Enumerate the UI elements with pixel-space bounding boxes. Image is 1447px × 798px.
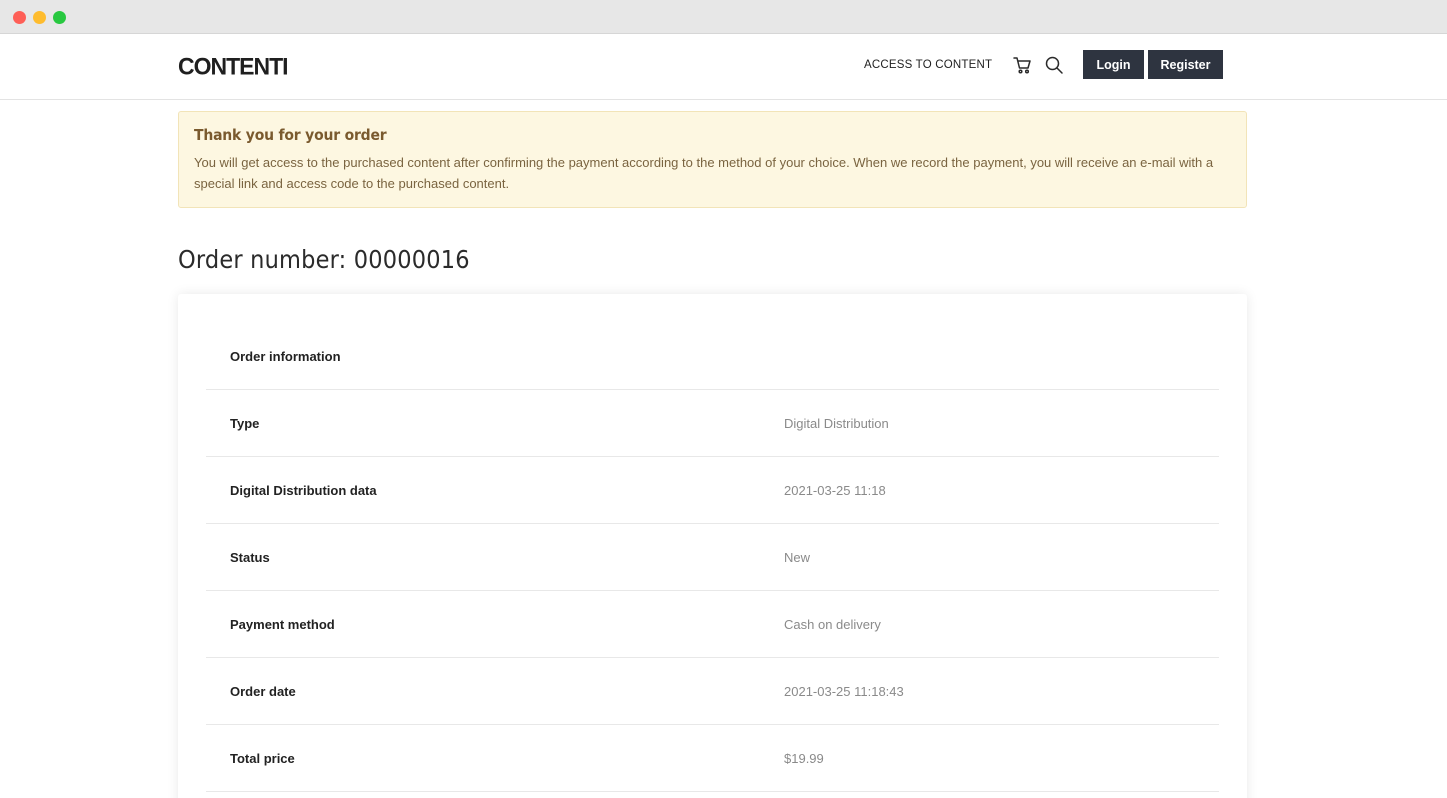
notice-title: Thank you for your order xyxy=(194,126,387,144)
row-label-total-price: Total price xyxy=(230,751,295,766)
notice-text: You will get access to the purchased con… xyxy=(194,155,1214,191)
order-information-header: Order information xyxy=(206,323,1219,390)
minimize-window-button[interactable] xyxy=(33,11,46,24)
order-number-heading: Order number: 00000016 xyxy=(178,245,470,274)
site-header: CONTENTI ACCESS TO CONTENT Login Registe… xyxy=(0,34,1447,100)
close-window-button[interactable] xyxy=(13,11,26,24)
row-value-order-date: 2021-03-25 11:18:43 xyxy=(784,684,904,699)
nav-access-to-content[interactable]: ACCESS TO CONTENT xyxy=(864,59,992,71)
section-title: Order information xyxy=(230,349,341,364)
site-logo[interactable]: CONTENTI xyxy=(178,52,289,80)
row-value-payment-method: Cash on delivery xyxy=(784,617,881,632)
table-row: Status New xyxy=(206,524,1219,591)
register-button[interactable]: Register xyxy=(1148,50,1223,79)
login-button[interactable]: Login xyxy=(1083,50,1144,79)
row-value-total-price: $19.99 xyxy=(784,751,824,766)
order-number-label: Order number: xyxy=(178,245,347,274)
row-label-status: Status xyxy=(230,550,270,565)
row-label-payment-method: Payment method xyxy=(230,617,335,632)
row-label-type: Type xyxy=(230,416,260,431)
row-label-order-date: Order date xyxy=(230,684,296,699)
row-value-type: Digital Distribution xyxy=(784,416,889,431)
window-titlebar xyxy=(0,0,1447,34)
row-label-distribution-data: Digital Distribution data xyxy=(230,483,377,498)
order-details-card: Order information Type Digital Distribut… xyxy=(178,294,1247,798)
row-value-distribution-data: 2021-03-25 11:18 xyxy=(784,483,886,498)
cart-icon[interactable] xyxy=(1011,54,1033,76)
row-value-status: New xyxy=(784,550,811,565)
search-icon[interactable] xyxy=(1043,54,1065,76)
table-row: Total price $19.99 xyxy=(206,725,1219,792)
maximize-window-button[interactable] xyxy=(53,11,66,24)
order-number-value: 00000016 xyxy=(353,245,470,274)
table-row: Type Digital Distribution xyxy=(206,390,1219,457)
table-row: Digital Distribution data 2021-03-25 11:… xyxy=(206,457,1219,524)
table-row: Payment method Cash on delivery xyxy=(206,591,1219,658)
order-confirmation-notice: Thank you for your order You will get ac… xyxy=(178,111,1247,208)
table-row: Order date 2021-03-25 11:18:43 xyxy=(206,658,1219,725)
